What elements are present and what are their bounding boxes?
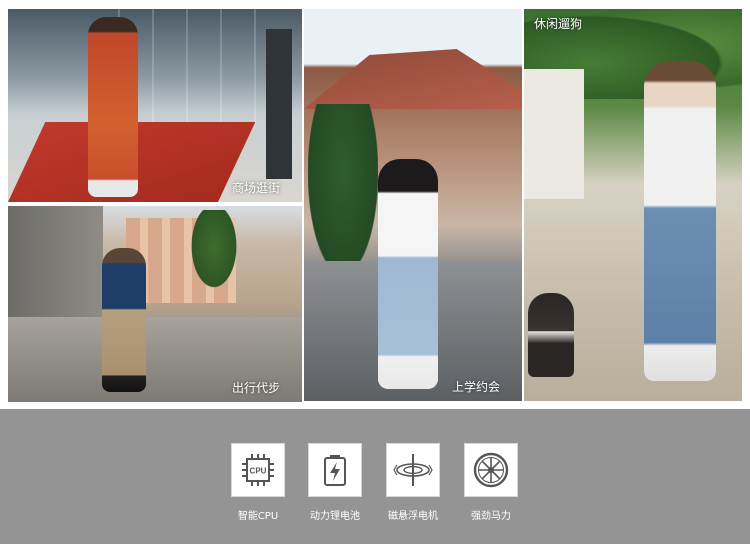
caption-street: 出行代步: [231, 381, 280, 395]
photo-school-date: 上学约会: [304, 9, 522, 401]
feature-battery-label: 动力锂电池: [310, 511, 360, 522]
cpu-icon-text: CPU: [250, 467, 267, 476]
rider-figure: [88, 17, 138, 197]
feature-cpu-box: CPU: [231, 443, 285, 497]
rider-figure: [102, 248, 146, 392]
photo-street-commute: 出行代步: [8, 206, 302, 402]
caption-park: 休闲遛狗: [534, 17, 583, 31]
wall: [524, 69, 584, 199]
house-roof: [304, 49, 522, 109]
feature-power-box: [464, 443, 518, 497]
rider-figure: [644, 61, 716, 381]
cpu-icon: CPU: [242, 454, 274, 486]
storefront-glass: [118, 9, 278, 129]
dog-figure: [528, 293, 574, 377]
feature-power-label: 强劲马力: [471, 511, 511, 522]
motor-icon: [393, 454, 433, 486]
feature-motor-label: 磁悬浮电机: [388, 511, 438, 522]
feature-motor-box: [386, 443, 440, 497]
caption-mall: 商场逛街: [231, 181, 280, 195]
feature-power: 强劲马力: [451, 443, 531, 522]
photo-dog-walking: 休闲遛狗: [524, 9, 742, 401]
pillar: [266, 29, 292, 179]
caption-school: 上学约会: [451, 380, 500, 394]
feature-cpu-label: 智能CPU: [237, 511, 279, 522]
feature-motor: 磁悬浮电机: [373, 443, 453, 522]
tree: [190, 210, 238, 290]
feature-battery-box: [308, 443, 362, 497]
feature-cpu: CPU 智能CPU: [218, 443, 298, 522]
tree: [308, 104, 378, 274]
wheel-icon: [473, 452, 509, 488]
photo-mall-shopping: 商场逛街: [8, 9, 302, 202]
feature-battery: 动力锂电池: [295, 443, 375, 522]
rider-figure: [378, 159, 438, 389]
feature-bar: CPU 智能CPU 动力锂电池 磁悬浮电机 强劲马力: [0, 409, 750, 544]
battery-icon: [324, 455, 346, 486]
